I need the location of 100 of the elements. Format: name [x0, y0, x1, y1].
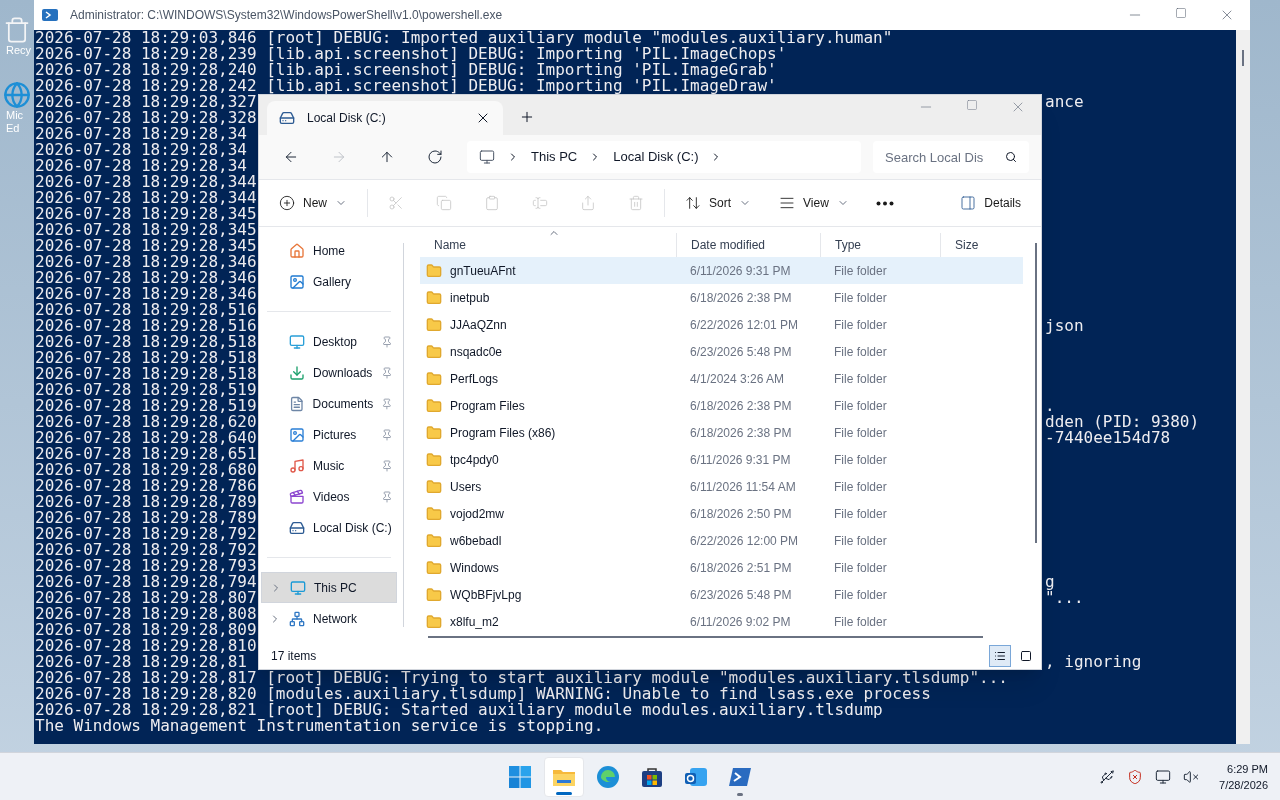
browser-shortcut-icon[interactable]: [3, 81, 31, 109]
sidebar-item[interactable]: Home: [261, 235, 397, 266]
view-button[interactable]: View: [771, 187, 857, 219]
date-cell-text: 6/18/2026 2:38 PM: [689, 424, 793, 442]
document-icon: [289, 395, 305, 412]
console-line: 2026-07-28 18:29:28,518: [35, 350, 258, 366]
type-cell-text: File folder: [833, 316, 888, 334]
monitor-icon[interactable]: [1155, 768, 1172, 785]
computer-icon: [290, 579, 306, 596]
console-line: 2026-07-28 18:29:28,817 [root] DEBUG: Trying to start auxiliary module "modules.auxiliary.tlsdump"...: [35, 670, 1008, 686]
console-line: 2026-07-28 18:29:28,794: [35, 574, 258, 590]
breadcrumb-item[interactable]: This PC: [531, 147, 578, 167]
sidebar-item[interactable]: Local Disk (C:): [261, 512, 397, 543]
folder-icon: [426, 613, 442, 630]
console-line: 2026-07-28 18:29:03,846 [root] DEBUG: Imported auxiliary module "modules.auxiliary.human": [35, 30, 893, 46]
details-view-button[interactable]: [989, 645, 1011, 667]
console-line: 2026-07-28 18:29:28,239 [lib.api.screenshot] DEBUG: Importing 'PIL.ImageChops': [35, 46, 787, 62]
taskbar-button[interactable]: [543, 756, 584, 797]
sidebar-item[interactable]: Gallery: [261, 266, 397, 297]
console-line: 2026-07-28 18:29:28,821 [root] DEBUG: Started auxiliary module modules.auxiliary.tlsdump: [35, 702, 883, 718]
console-line: 2026-07-28 18:29:28,328: [35, 110, 258, 126]
folder-icon: [426, 424, 442, 441]
file-row[interactable]: x8lfu_m2 6/11/2026 9:02 PM File folder: [420, 608, 1023, 631]
browser-icon[interactable]: [595, 764, 620, 789]
sidebar-item[interactable]: Network: [261, 603, 397, 634]
console-line: 2026-07-28 18:29:28,518: [35, 366, 258, 382]
tab[interactable]: Local Disk (C:): [267, 101, 503, 135]
console-line: -7440ee154d78: [1044, 430, 1171, 446]
shield-icon[interactable]: [1127, 768, 1144, 785]
console-line: 2026-07-28 18:29:28,792: [35, 526, 258, 542]
type-cell-text: File folder: [833, 505, 888, 523]
sidebar-item[interactable]: Pictures: [261, 419, 397, 450]
file-row[interactable]: JJAaQZnn 6/22/2026 12:01 PM File folder: [420, 311, 1023, 338]
type-cell-text: File folder: [833, 370, 888, 388]
ellipsis-icon: [875, 200, 894, 206]
new-tab-icon[interactable]: [519, 109, 535, 125]
download-icon: [289, 364, 305, 381]
console-line: 2026-07-28 18:29:28,516: [35, 302, 258, 318]
details-button[interactable]: Details: [952, 187, 1029, 219]
sidebar-item[interactable]: Videos: [261, 481, 397, 512]
file-row[interactable]: Users 6/11/2026 11:54 AM File folder: [420, 473, 1023, 500]
console-line: 2026-07-28 18:29:28,640: [35, 430, 258, 446]
sidebar-item[interactable]: Desktop: [261, 326, 397, 357]
search-icon: [1005, 151, 1017, 163]
recycle-bin-icon[interactable]: [3, 16, 31, 44]
folder-icon: [426, 532, 442, 549]
clock-date[interactable]: 7/28/2026: [1219, 776, 1268, 793]
file-row[interactable]: tpc4pdy0 6/11/2026 9:31 PM File folder: [420, 446, 1023, 473]
console-line: 2026-07-28 18:29:28,808: [35, 606, 258, 622]
console-line: ance: [1044, 94, 1084, 110]
pin-icon: [381, 397, 393, 410]
address-bar[interactable]: This PC Local Disk (C:): [467, 141, 861, 173]
window-title: Administrator: C:\WINDOWS\System32\WindowsPowerShell\v1.0\powershell.exe: [70, 7, 503, 24]
sidebar-item[interactable]: Documents: [261, 388, 397, 419]
file-row[interactable]: Windows 6/18/2026 2:51 PM File folder: [420, 554, 1023, 581]
desktop-icon-label: Recy: [5, 44, 32, 57]
file-row[interactable]: Program Files 6/18/2026 2:38 PM File folder: [420, 392, 1023, 419]
drive-icon: [289, 519, 305, 536]
pin-icon: [381, 428, 393, 441]
breadcrumb-item[interactable]: Local Disk (C:): [613, 147, 699, 167]
console-line: 2026-07-28 18:29:28,346: [35, 254, 258, 270]
start-icon[interactable]: [507, 764, 532, 789]
console-line: 2026-07-28 18:29:28,242 [lib.api.screenshot] DEBUG: Importing 'PIL.ImageDraw': [35, 78, 777, 94]
scrollbar[interactable]: [1236, 30, 1250, 744]
sort-button[interactable]: Sort: [677, 187, 760, 219]
date-cell-text: 6/18/2026 2:50 PM: [689, 505, 793, 523]
usb-icon[interactable]: [1099, 768, 1116, 785]
sidebar-item[interactable]: Downloads: [261, 357, 397, 388]
folder-icon: [426, 289, 442, 306]
file-row[interactable]: nsqadc0e 6/23/2026 5:48 PM File folder: [420, 338, 1023, 365]
date-cell-text: 6/23/2026 5:48 PM: [689, 343, 793, 361]
sort-arrows-icon: [685, 195, 701, 211]
file-row[interactable]: WQbBFjvLpg 6/23/2026 5:48 PM File folder: [420, 581, 1023, 608]
file-row[interactable]: gnTueuAFnt 6/11/2026 9:31 PM File folder: [420, 257, 1023, 284]
sidebar-item[interactable]: Music: [261, 450, 397, 481]
console-line: g: [1044, 574, 1055, 590]
console-line: 2026-07-28 18:29:28,793: [35, 558, 258, 574]
file-row[interactable]: vojod2mw 6/18/2026 2:50 PM File folder: [420, 500, 1023, 527]
sidebar-item[interactable]: This PC: [261, 572, 397, 603]
new-button[interactable]: New: [271, 187, 355, 219]
file-row[interactable]: w6bebadl 6/22/2026 12:00 PM File folder: [420, 527, 1023, 554]
refresh-icon: [427, 149, 443, 165]
search-field[interactable]: Search Local Dis: [873, 141, 1029, 173]
file-row[interactable]: Program Files (x86) 6/18/2026 2:38 PM File folder: [420, 419, 1023, 446]
pin-icon: [381, 366, 393, 379]
console-line: 2026-07-28 18:29:28,792: [35, 542, 258, 558]
folder-icon: [426, 316, 442, 333]
folder-icon: [426, 451, 442, 468]
clock-time[interactable]: 6:29 PM: [1227, 760, 1268, 777]
file-row[interactable]: PerfLogs 4/1/2024 3:26 AM File folder: [420, 365, 1023, 392]
column-header[interactable]: Name: [420, 233, 676, 257]
console-line: "...: [1044, 590, 1084, 606]
drive-icon: [279, 110, 295, 126]
muted-speaker-icon[interactable]: [1183, 768, 1200, 785]
file-row[interactable]: inetpub 6/18/2026 2:38 PM File folder: [420, 284, 1023, 311]
computer-icon: [479, 149, 495, 165]
console-line: 2026-07-28 18:29:28,651: [35, 446, 258, 462]
desktop-icon-label: Ed: [5, 122, 20, 135]
date-cell-text: 6/11/2026 11:54 AM: [689, 478, 797, 496]
folder-icon: [426, 343, 442, 360]
